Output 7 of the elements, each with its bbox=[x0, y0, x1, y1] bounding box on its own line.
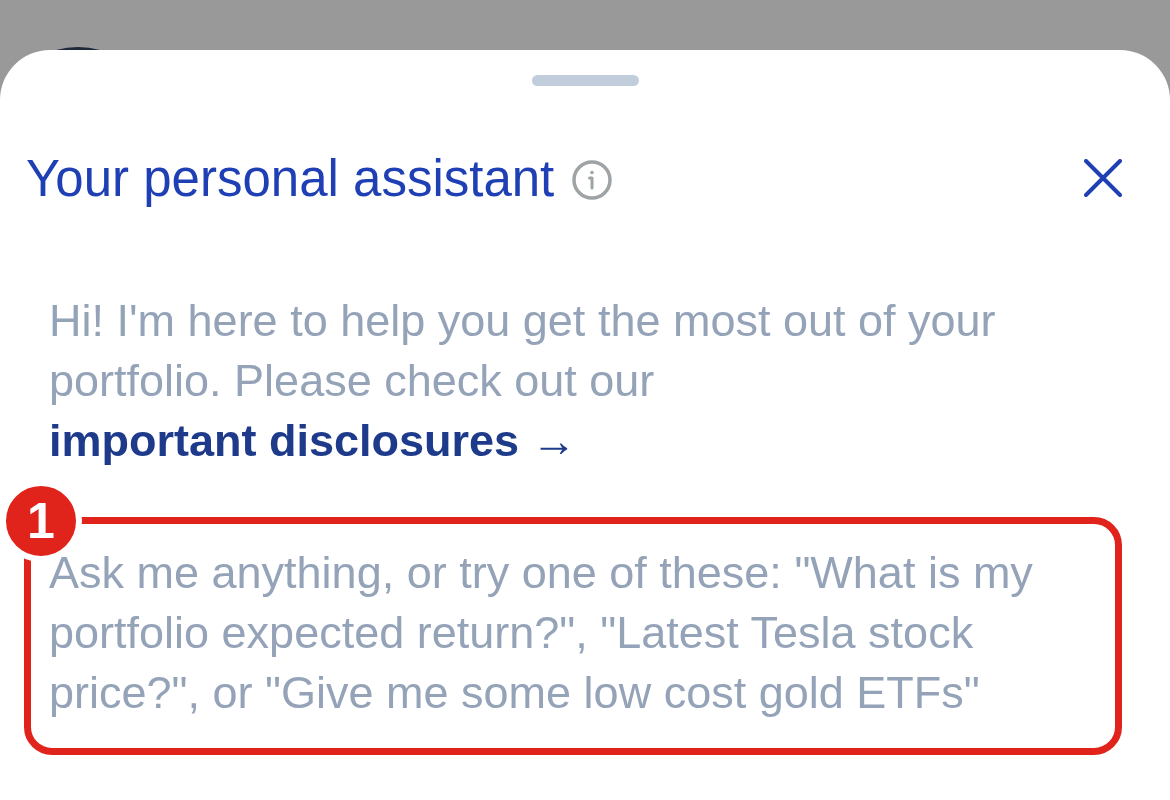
close-button[interactable] bbox=[1084, 159, 1122, 197]
sheet-title: Your personal assistant bbox=[26, 148, 555, 208]
info-icon[interactable] bbox=[572, 160, 613, 200]
disclosures-link[interactable]: important disclosures → bbox=[49, 415, 577, 466]
drag-handle[interactable] bbox=[532, 75, 639, 86]
intro-text: Hi! I'm here to help you get the most out of your portfolio. Please check out our important disclosures → bbox=[48, 294, 997, 468]
close-icon bbox=[1084, 159, 1122, 197]
